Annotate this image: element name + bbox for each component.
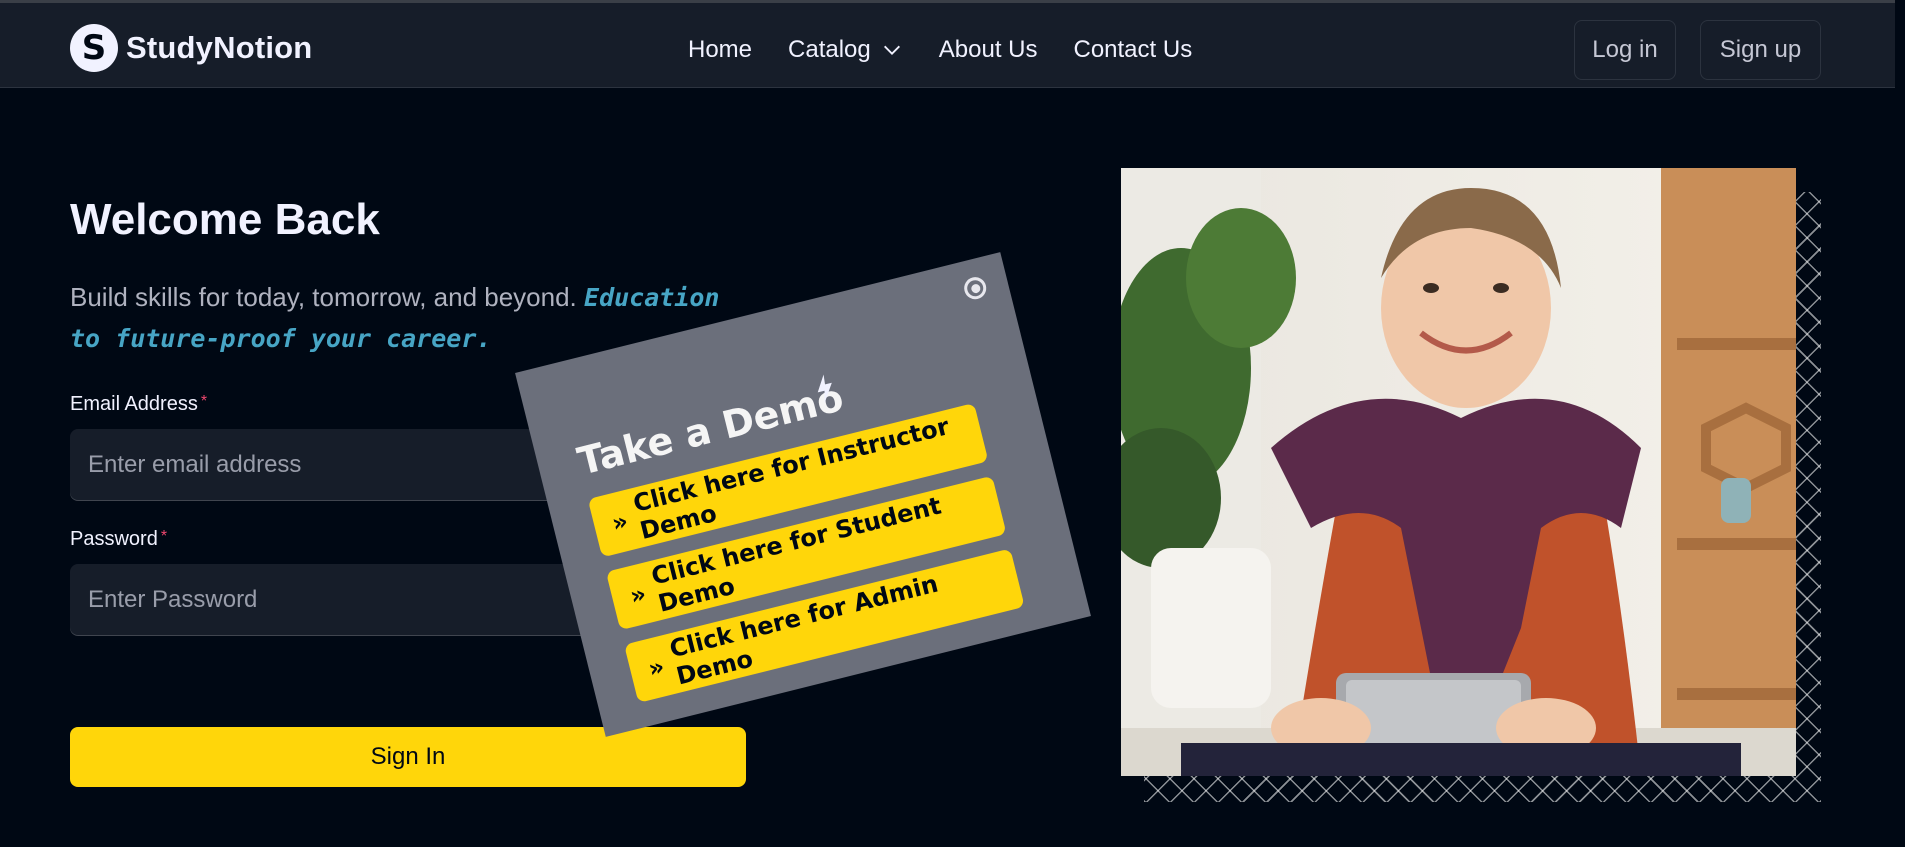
chevron-down-icon xyxy=(883,45,900,55)
double-chevron-right-icon: » xyxy=(609,506,631,538)
close-icon[interactable] xyxy=(961,274,989,302)
nav-link-label: Home xyxy=(688,36,753,63)
nav-links: Home Catalog About Us Contact Us xyxy=(688,36,1192,64)
page-title: Welcome Back xyxy=(70,195,380,244)
nav-link-home[interactable]: Home xyxy=(688,36,752,64)
nav-link-contact[interactable]: Contact Us xyxy=(1073,36,1192,64)
brand-name: StudyNotion xyxy=(126,30,313,65)
subtitle-text: Build skills for today, tomorrow, and be… xyxy=(70,282,577,312)
email-placeholder: Enter email address xyxy=(88,451,302,478)
password-label: Password * xyxy=(70,528,167,551)
signup-button[interactable]: Sign up xyxy=(1700,20,1821,80)
double-chevron-right-icon: » xyxy=(627,579,650,611)
nav-link-label: About Us xyxy=(938,36,1038,63)
nav-link-catalog[interactable]: Catalog xyxy=(788,36,903,64)
nav-link-label: Catalog xyxy=(788,36,871,63)
login-button[interactable]: Log in xyxy=(1574,20,1676,80)
email-label: Email Address * xyxy=(70,393,207,416)
password-label-text: Password xyxy=(70,528,158,550)
required-mark: * xyxy=(200,393,208,410)
password-placeholder: Enter Password xyxy=(88,586,258,613)
sign-in-button[interactable]: Sign In xyxy=(70,727,746,787)
email-label-text: Email Address xyxy=(70,393,198,415)
nav-link-about[interactable]: About Us xyxy=(939,36,1038,64)
brand-logo[interactable]: S StudyNotion xyxy=(70,23,312,73)
top-navbar: S StudyNotion Home Catalog About Us Cont… xyxy=(0,0,1895,88)
student-photo xyxy=(1121,168,1796,776)
required-mark: * xyxy=(160,528,168,545)
student-photo-illustration xyxy=(1121,168,1796,776)
logo-mark-icon: S xyxy=(70,24,118,72)
nav-link-label: Contact Us xyxy=(1073,36,1193,63)
double-chevron-right-icon: » xyxy=(645,652,668,684)
